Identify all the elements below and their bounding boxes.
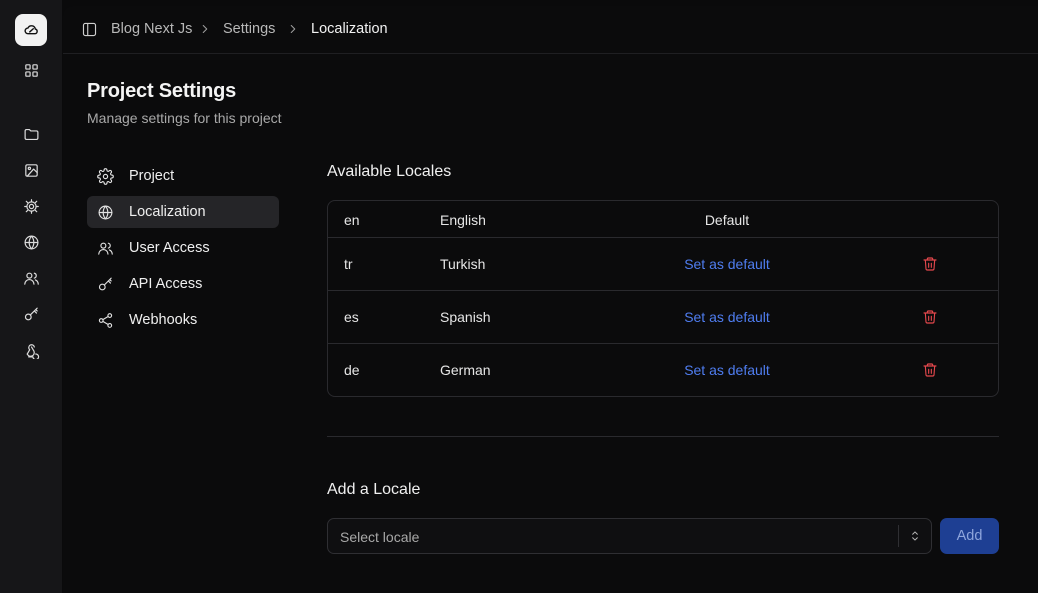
trash-icon[interactable]	[922, 256, 938, 272]
table-row: tr Turkish Set as default	[328, 238, 998, 291]
nav-item-webhooks[interactable]: Webhooks	[87, 304, 279, 336]
page-title: Project Settings	[87, 80, 237, 102]
locale-name: Turkish	[440, 256, 486, 272]
trash-icon[interactable]	[922, 309, 938, 325]
trash-icon[interactable]	[922, 362, 938, 378]
chevron-right-icon	[286, 22, 300, 36]
section-divider	[327, 436, 999, 437]
webhook-icon[interactable]	[21, 340, 41, 360]
nav-item-label: Localization	[129, 204, 206, 220]
nav-item-label: Project	[129, 168, 175, 184]
locale-code: en	[344, 212, 360, 228]
nav-item-label: User Access	[129, 240, 210, 256]
globe-icon	[96, 203, 114, 221]
users-icon	[96, 239, 114, 257]
nav-item-user-access[interactable]: User Access	[87, 232, 279, 264]
nav-item-label: Webhooks	[129, 312, 198, 328]
key-icon	[96, 275, 114, 293]
chevron-right-icon	[198, 22, 212, 36]
locale-code: de	[344, 362, 360, 378]
locales-table: en English Default tr Turkish Set as def…	[327, 200, 999, 397]
section-title-locales: Available Locales	[327, 163, 452, 180]
sidebar-toggle-icon[interactable]	[81, 21, 99, 39]
locale-name: German	[440, 362, 491, 378]
nav-item-label: API Access	[129, 276, 203, 292]
app-rail	[0, 0, 62, 593]
chevron-up-down-icon	[908, 528, 922, 544]
select-divider	[898, 525, 899, 547]
apps-grid-icon[interactable]	[21, 60, 41, 80]
users-icon[interactable]	[21, 268, 41, 288]
top-bar: Blog Next Js Settings Localization	[63, 6, 1038, 54]
globe-icon[interactable]	[21, 232, 41, 252]
breadcrumb-settings[interactable]: Settings	[223, 21, 275, 37]
folder-icon[interactable]	[21, 124, 41, 144]
key-icon[interactable]	[21, 304, 41, 324]
locale-code: tr	[344, 256, 353, 272]
cloud-logo-icon	[23, 24, 38, 34]
main-panel: Blog Next Js Settings Localization Proje…	[63, 6, 1038, 593]
locale-select[interactable]: Select locale	[327, 518, 932, 554]
select-placeholder: Select locale	[340, 529, 420, 545]
app-logo[interactable]	[15, 14, 47, 46]
breadcrumb-current: Localization	[311, 21, 388, 37]
nav-item-project[interactable]: Project	[87, 160, 279, 192]
section-title-add-locale: Add a Locale	[327, 481, 421, 498]
share-icon	[96, 311, 114, 329]
breadcrumb-project[interactable]: Blog Next Js	[111, 21, 192, 37]
set-default-link[interactable]: Set as default	[684, 256, 770, 272]
gear-icon	[96, 167, 114, 185]
locale-code: es	[344, 309, 359, 325]
nav-item-api-access[interactable]: API Access	[87, 268, 279, 300]
locale-name: English	[440, 212, 486, 228]
default-label: Default	[704, 212, 750, 228]
image-icon[interactable]	[21, 160, 41, 180]
table-row: en English Default	[328, 201, 998, 238]
page-subtitle: Manage settings for this project	[87, 110, 282, 126]
settings-nav: Project Localization User Access API Acc…	[87, 160, 279, 340]
locale-name: Spanish	[440, 309, 491, 325]
set-default-link[interactable]: Set as default	[684, 362, 770, 378]
nav-item-localization[interactable]: Localization	[87, 196, 279, 228]
settings-icon[interactable]	[21, 196, 41, 216]
add-button[interactable]: Add	[940, 518, 999, 554]
table-row: es Spanish Set as default	[328, 291, 998, 344]
set-default-link[interactable]: Set as default	[684, 309, 770, 325]
table-row: de German Set as default	[328, 344, 998, 396]
